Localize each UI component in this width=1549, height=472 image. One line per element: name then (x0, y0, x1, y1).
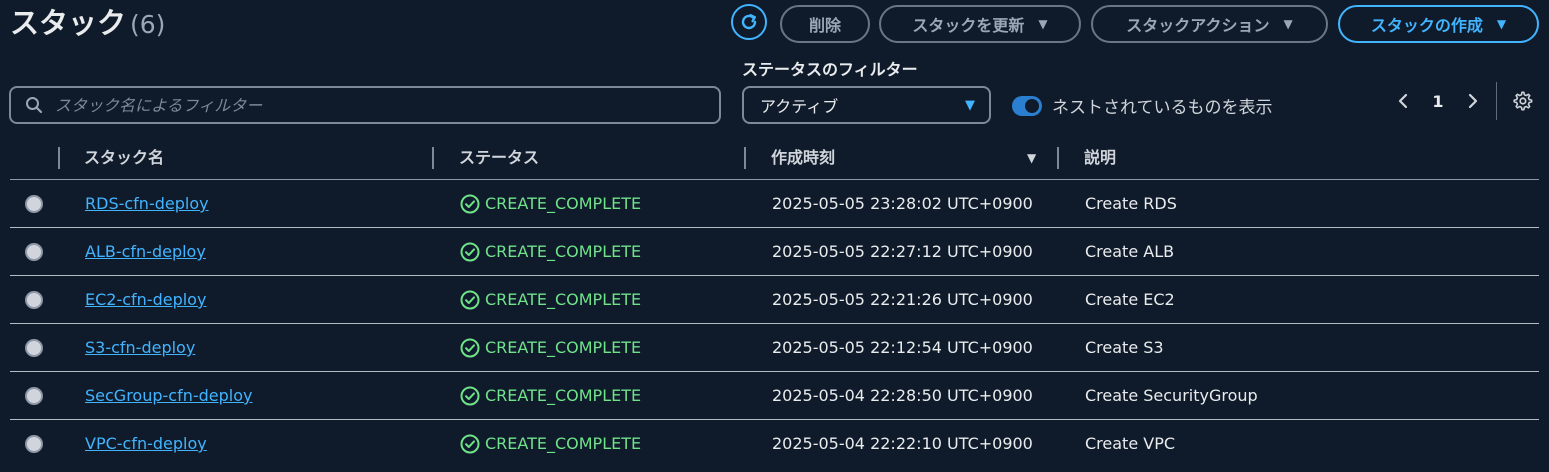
row-select-radio[interactable] (25, 291, 43, 309)
status-text: CREATE_COMPLETE (485, 386, 642, 405)
stack-name-link[interactable]: SecGroup-cfn-deploy (85, 372, 252, 420)
page-title: スタック (6) (10, 3, 165, 45)
stack-name-link[interactable]: ALB-cfn-deploy (85, 228, 206, 276)
status-filter-select[interactable]: アクティブ ▼ (742, 86, 991, 124)
caret-down-icon: ▼ (965, 97, 975, 113)
current-page[interactable]: 1 (1416, 92, 1460, 111)
refresh-icon (739, 12, 759, 32)
status-cell: CREATE_COMPLETE (460, 276, 641, 324)
status-cell: CREATE_COMPLETE (460, 228, 641, 276)
description: Create VPC (1085, 434, 1176, 453)
update-stack-label: スタックを更新 (912, 16, 1025, 35)
stack-name-link[interactable]: VPC-cfn-deploy (85, 420, 207, 468)
table-row: SecGroup-cfn-deploy CREATE_COMPLETE 2025… (10, 372, 1539, 420)
status-text: CREATE_COMPLETE (485, 194, 642, 213)
column-header-status[interactable]: ステータス (459, 136, 539, 180)
delete-button-label: 削除 (808, 16, 841, 35)
stack-name-link[interactable]: RDS-cfn-deploy (85, 180, 209, 228)
settings-button[interactable] (1511, 90, 1533, 112)
status-text: CREATE_COMPLETE (485, 434, 642, 453)
create-stack-button[interactable]: スタックの作成 ▼ (1338, 5, 1539, 43)
row-select-radio[interactable] (25, 435, 43, 453)
description: Create EC2 (1085, 290, 1175, 309)
table-row: RDS-cfn-deploy CREATE_COMPLETE 2025-05-0… (10, 180, 1539, 228)
caret-down-icon: ▼ (1038, 17, 1048, 31)
check-circle-icon (460, 386, 480, 406)
pagination: 1 (1390, 82, 1533, 120)
stack-actions-button[interactable]: スタックアクション ▼ (1091, 5, 1328, 43)
search-input[interactable] (53, 94, 719, 116)
status-text: CREATE_COMPLETE (485, 290, 642, 309)
search-icon (25, 96, 43, 114)
status-filter-value: アクティブ (760, 97, 839, 116)
description: Create ALB (1085, 242, 1175, 261)
chevron-left-icon (1398, 93, 1408, 109)
row-select-radio[interactable] (25, 387, 43, 405)
caret-down-icon: ▼ (1283, 17, 1293, 31)
page-title-text: スタック (10, 6, 127, 40)
check-circle-icon (460, 242, 480, 262)
update-stack-button[interactable]: スタックを更新 ▼ (879, 5, 1081, 43)
column-header-created[interactable]: 作成時刻 (771, 136, 835, 180)
status-cell: CREATE_COMPLETE (460, 420, 641, 468)
pager-divider (1496, 82, 1497, 120)
stack-name-link[interactable]: S3-cfn-deploy (85, 324, 195, 372)
status-cell: CREATE_COMPLETE (460, 372, 641, 420)
description: Create RDS (1085, 194, 1177, 213)
caret-down-icon: ▼ (1496, 17, 1507, 31)
created-time: 2025-05-05 22:12:54 UTC+0900 (772, 338, 1033, 357)
stacks-table: スタック名 ステータス 作成時刻 ▼ 説明 RDS-cfn-deploy CRE… (10, 136, 1539, 468)
previous-page-button[interactable] (1390, 93, 1416, 109)
column-header-description[interactable]: 説明 (1084, 136, 1116, 180)
column-header-name[interactable]: スタック名 (84, 136, 164, 180)
description: Create SecurityGroup (1085, 386, 1258, 405)
create-stack-label: スタックの作成 (1370, 16, 1483, 35)
row-select-radio[interactable] (25, 195, 43, 213)
nested-toggle-label: ネストされているものを表示 (1052, 98, 1273, 118)
status-cell: CREATE_COMPLETE (460, 324, 641, 372)
status-cell: CREATE_COMPLETE (460, 180, 641, 228)
status-filter-label: ステータスのフィルター (742, 60, 918, 79)
row-select-radio[interactable] (25, 243, 43, 261)
created-time: 2025-05-05 23:28:02 UTC+0900 (772, 194, 1033, 213)
created-time: 2025-05-04 22:28:50 UTC+0900 (772, 386, 1033, 405)
nested-toggle-control[interactable]: ネストされているものを表示 (1012, 93, 1273, 118)
stack-count: (6) (130, 10, 166, 39)
sort-descending-icon[interactable]: ▼ (1027, 136, 1036, 180)
stack-name-link[interactable]: EC2-cfn-deploy (85, 276, 206, 324)
chevron-right-icon (1468, 93, 1478, 109)
nested-toggle[interactable] (1012, 95, 1042, 116)
table-row: S3-cfn-deploy CREATE_COMPLETE 2025-05-05… (10, 324, 1539, 372)
table-header: スタック名 ステータス 作成時刻 ▼ 説明 (10, 136, 1539, 180)
column-divider[interactable] (1057, 147, 1059, 169)
column-divider[interactable] (744, 147, 746, 169)
status-text: CREATE_COMPLETE (485, 242, 642, 261)
check-circle-icon (460, 194, 480, 214)
column-divider (58, 147, 60, 169)
status-text: CREATE_COMPLETE (485, 338, 642, 357)
created-time: 2025-05-04 22:22:10 UTC+0900 (772, 434, 1033, 453)
gear-icon (1513, 91, 1533, 111)
delete-button[interactable]: 削除 (780, 5, 870, 43)
row-select-radio[interactable] (25, 339, 43, 357)
column-divider[interactable] (432, 147, 434, 169)
table-row: EC2-cfn-deploy CREATE_COMPLETE 2025-05-0… (10, 276, 1539, 324)
stack-actions-label: スタックアクション (1126, 16, 1270, 35)
refresh-button[interactable] (731, 4, 767, 40)
created-time: 2025-05-05 22:27:12 UTC+0900 (772, 242, 1033, 261)
created-time: 2025-05-05 22:21:26 UTC+0900 (772, 290, 1033, 309)
check-circle-icon (460, 290, 480, 310)
next-page-button[interactable] (1460, 93, 1486, 109)
check-circle-icon (460, 434, 480, 454)
check-circle-icon (460, 338, 480, 358)
table-row: ALB-cfn-deploy CREATE_COMPLETE 2025-05-0… (10, 228, 1539, 276)
search-box[interactable] (9, 86, 721, 124)
table-row: VPC-cfn-deploy CREATE_COMPLETE 2025-05-0… (10, 420, 1539, 468)
description: Create S3 (1085, 338, 1164, 357)
